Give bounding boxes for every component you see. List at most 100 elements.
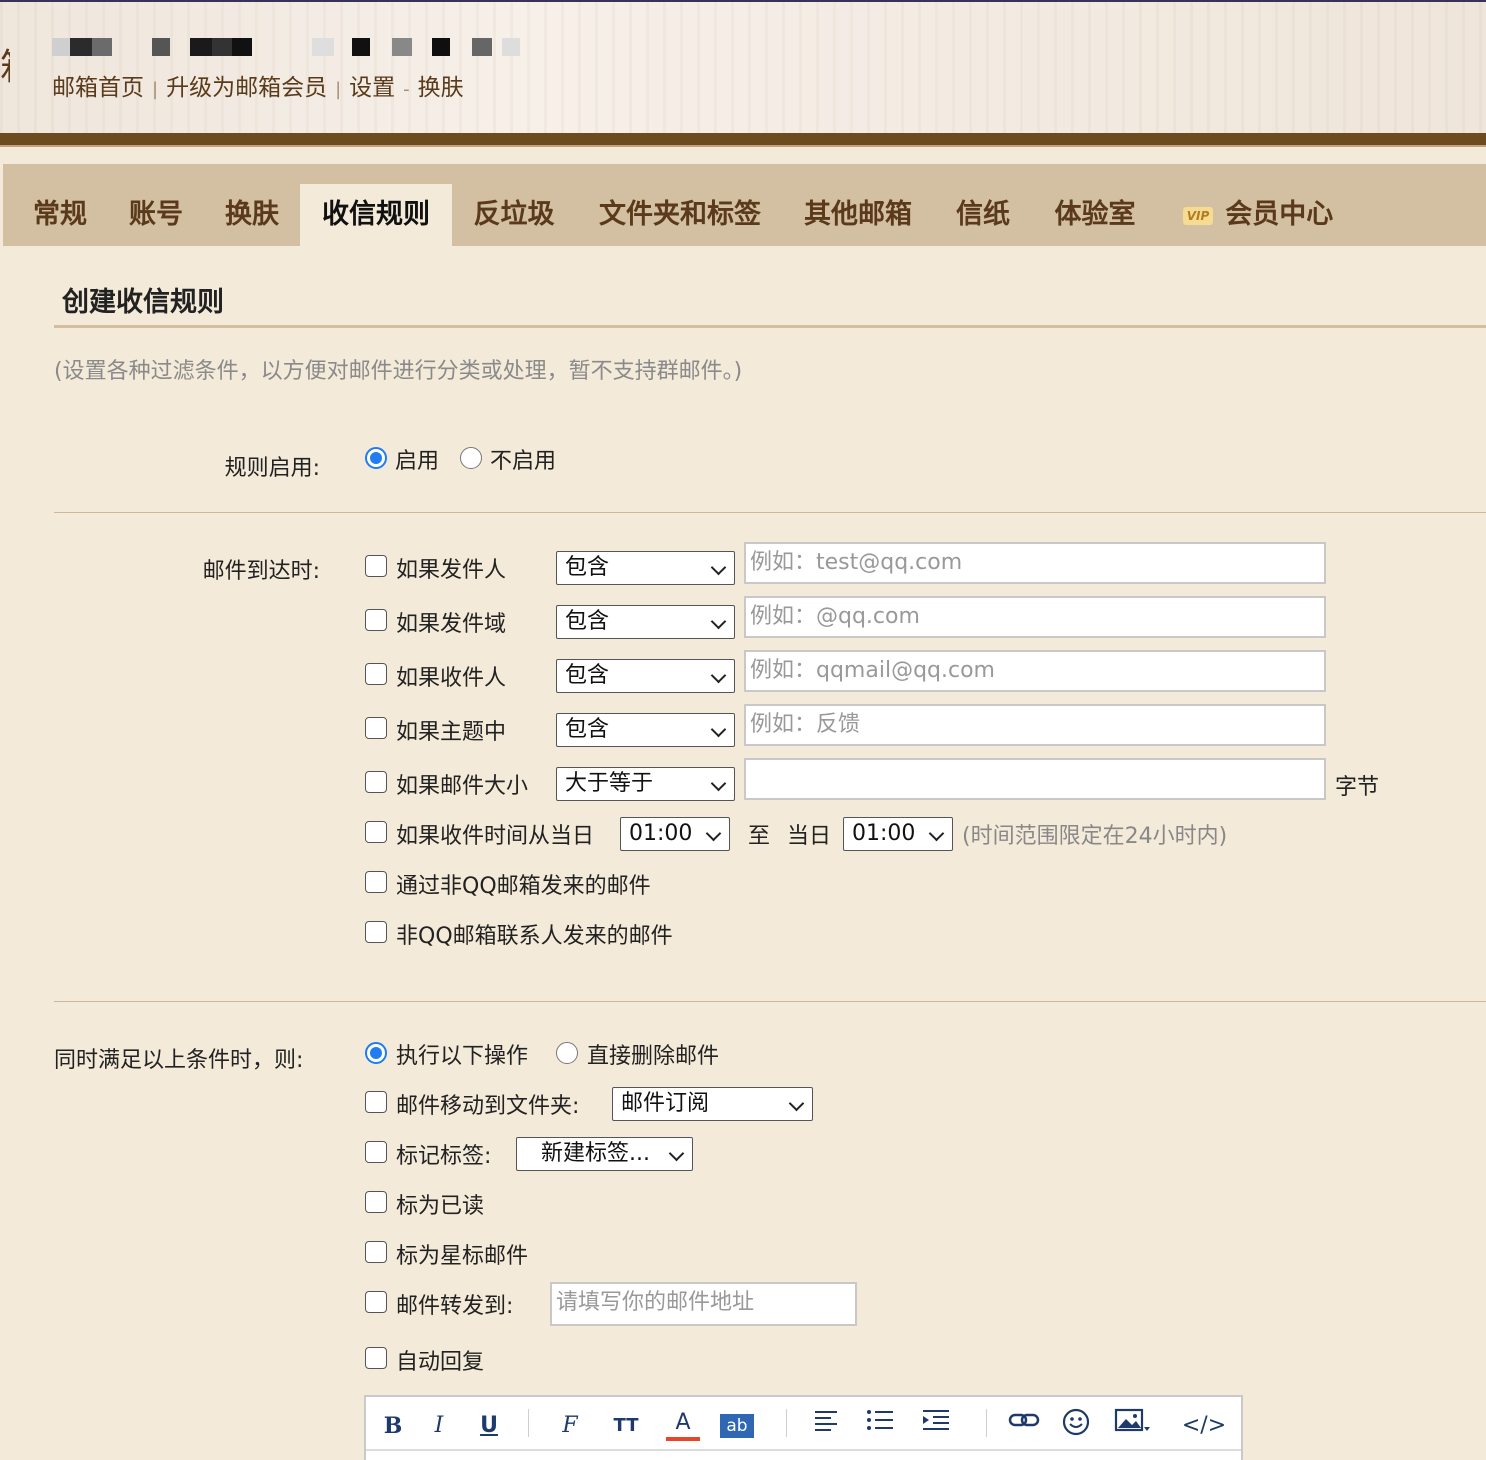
section-divider — [54, 512, 1486, 513]
tag-select[interactable]: 新建标签... — [516, 1137, 693, 1171]
link-separator: | — [152, 79, 159, 100]
align-icon[interactable] — [810, 1407, 846, 1445]
align-left-icon — [815, 1411, 837, 1431]
emoji-icon[interactable] — [1058, 1407, 1094, 1445]
tab-folders-labels[interactable]: 文件夹和标签 — [585, 184, 775, 246]
checkbox-mark-read[interactable] — [365, 1191, 387, 1213]
checkbox-receive-time[interactable] — [365, 821, 387, 843]
radio-perform-actions[interactable] — [365, 1042, 387, 1064]
radio-disable-label: 不启用 — [490, 449, 557, 474]
mark-read-label: 标为已读 — [396, 1194, 485, 1219]
forward-address-input[interactable]: 请填写你的邮件地址 — [550, 1282, 857, 1326]
tab-other-mailbox[interactable]: 其他邮箱 — [793, 184, 923, 246]
checkbox-sender[interactable] — [365, 555, 387, 577]
subject-match-select[interactable]: 包含 — [556, 713, 735, 747]
tab-stationery[interactable]: 信纸 — [943, 184, 1023, 246]
condition-non-qq-contact-label: 非QQ邮箱联系人发来的邮件 — [396, 924, 673, 949]
page-title: 创建收信规则 — [62, 287, 224, 318]
checkbox-tag[interactable] — [365, 1141, 387, 1163]
sender-input[interactable]: 例如：test@qq.com — [744, 542, 1326, 584]
link-change-skin[interactable]: 换肤 — [418, 75, 464, 101]
toolbar-separator — [786, 1409, 787, 1437]
move-folder-value: 邮件订阅 — [621, 1091, 710, 1116]
radio-delete-mail[interactable] — [556, 1042, 578, 1064]
tab-general[interactable]: 常规 — [19, 184, 101, 246]
font-size-icon[interactable]: TT — [606, 1407, 646, 1445]
tab-skin[interactable]: 换肤 — [211, 184, 293, 246]
indent-icon[interactable] — [918, 1407, 958, 1445]
font-color-icon[interactable]: A — [666, 1407, 700, 1441]
condition-subject-label: 如果主题中 — [396, 720, 507, 745]
checkbox-recipient[interactable] — [365, 663, 387, 685]
chain-link-icon — [1008, 1413, 1040, 1427]
smiley-icon — [1062, 1408, 1090, 1436]
radio-disable[interactable] — [460, 447, 482, 469]
link-icon[interactable] — [1004, 1407, 1044, 1445]
font-family-icon[interactable]: F — [552, 1407, 588, 1445]
mailbox-logo[interactable]: 箱 — [0, 38, 10, 98]
sender-domain-match-select[interactable]: 包含 — [556, 605, 735, 639]
checkbox-forward[interactable] — [365, 1291, 387, 1313]
tag-value: 新建标签... — [541, 1141, 650, 1166]
condition-sender-label: 如果发件人 — [396, 558, 507, 583]
recipient-match-select[interactable]: 包含 — [556, 659, 735, 693]
bold-icon[interactable]: B — [378, 1407, 408, 1445]
italic-icon[interactable]: I — [424, 1407, 454, 1445]
section-divider — [54, 1001, 1486, 1002]
tab-vip-center-label: 会员中心 — [1225, 199, 1334, 230]
checkbox-mark-star[interactable] — [365, 1241, 387, 1263]
bullet-list-icon[interactable] — [862, 1407, 902, 1445]
time-range-hint: (时间范围限定在24小时内) — [962, 824, 1228, 849]
image-icon[interactable] — [1110, 1407, 1154, 1445]
move-folder-select[interactable]: 邮件订阅 — [612, 1087, 813, 1121]
header-divider — [0, 133, 1486, 145]
mark-star-label: 标为星标邮件 — [396, 1244, 529, 1269]
sender-domain-input[interactable]: 例如：@qq.com — [744, 596, 1326, 638]
tag-label: 标记标签: — [396, 1144, 492, 1169]
time-from-select[interactable]: 01:00 — [620, 817, 730, 851]
picture-icon — [1114, 1408, 1150, 1432]
vip-icon: VIP — [1182, 206, 1214, 225]
checkbox-non-qq-contact[interactable] — [365, 921, 387, 943]
title-divider — [54, 325, 1486, 328]
checkbox-size[interactable] — [365, 771, 387, 793]
checkbox-sender-domain[interactable] — [365, 609, 387, 631]
size-compare-select[interactable]: 大于等于 — [556, 767, 735, 801]
recipient-input[interactable]: 例如：qqmail@qq.com — [744, 650, 1326, 692]
underline-icon[interactable]: U — [474, 1407, 504, 1445]
background-color-icon[interactable]: ab — [720, 1414, 754, 1438]
user-name-pixelated — [52, 38, 522, 56]
tab-receive-rules[interactable]: 收信规则 — [300, 184, 452, 246]
tab-vip-center[interactable]: VIP 会员中心 — [1173, 184, 1343, 246]
tab-account[interactable]: 账号 — [115, 184, 197, 246]
checkbox-subject[interactable] — [365, 717, 387, 739]
condition-recipient-label: 如果收件人 — [396, 666, 507, 691]
toolbar-bottom-border — [366, 1449, 1241, 1451]
settings-tab-bar: 常规 账号 换肤 收信规则 反垃圾 文件夹和标签 其他邮箱 信纸 体验室 VIP… — [3, 164, 1486, 246]
link-mailbox-home[interactable]: 邮箱首页 — [52, 75, 144, 101]
tab-lab[interactable]: 体验室 — [1039, 184, 1151, 246]
link-separator: - — [403, 79, 410, 100]
checkbox-move-folder[interactable] — [365, 1091, 387, 1113]
radio-perform-actions-label: 执行以下操作 — [396, 1044, 529, 1069]
tab-anti-spam[interactable]: 反垃圾 — [459, 184, 569, 246]
time-to-value: 01:00 — [852, 821, 916, 846]
size-unit-label: 字节 — [1335, 775, 1380, 800]
rule-enable-label: 规则启用: — [224, 456, 320, 481]
reply-editor: B I U F TT A ab </> — [364, 1395, 1243, 1460]
indent-lines-icon — [923, 1410, 949, 1430]
time-to-select[interactable]: 01:00 — [843, 817, 953, 851]
checkbox-auto-reply[interactable] — [365, 1347, 387, 1369]
checkbox-non-qq-mailbox[interactable] — [365, 871, 387, 893]
link-separator: | — [335, 79, 342, 100]
link-upgrade-vip[interactable]: 升级为邮箱会员 — [166, 75, 327, 101]
radio-delete-mail-label: 直接删除邮件 — [587, 1044, 720, 1069]
sender-match-select[interactable]: 包含 — [556, 551, 735, 585]
condition-time-label: 如果收件时间从当日 — [396, 824, 595, 849]
source-code-icon[interactable]: </> — [1178, 1407, 1230, 1445]
size-input[interactable] — [744, 758, 1326, 800]
link-settings[interactable]: 设置 — [349, 75, 395, 101]
radio-enable[interactable] — [365, 447, 387, 469]
subject-input[interactable]: 例如：反馈 — [744, 704, 1326, 746]
top-links: 邮箱首页 | 升级为邮箱会员 | 设置 - 换肤 — [52, 68, 464, 102]
